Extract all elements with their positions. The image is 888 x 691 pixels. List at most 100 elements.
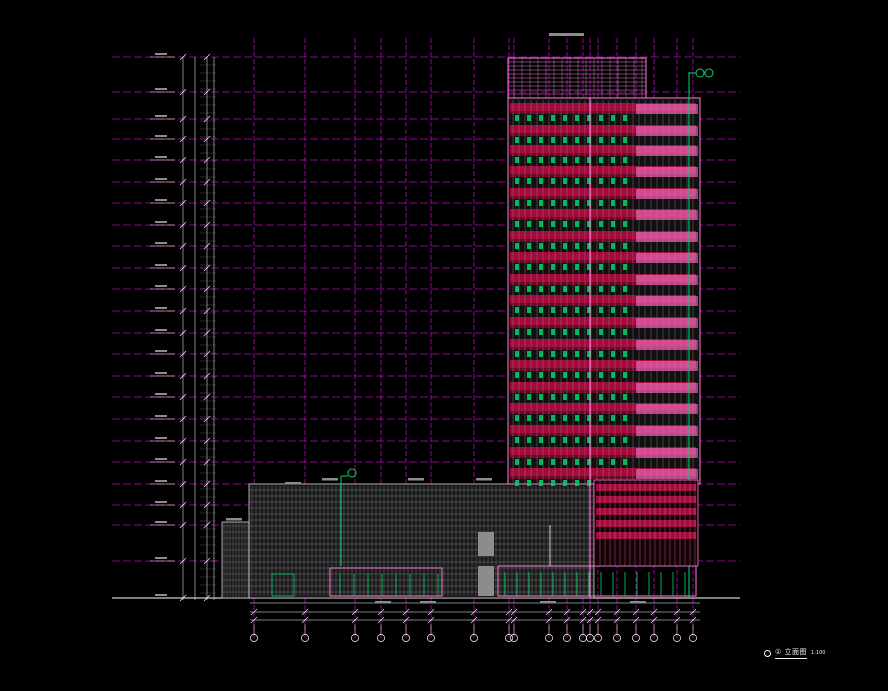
window-unit <box>611 394 615 400</box>
window-unit <box>527 415 531 421</box>
top-label-mark <box>572 33 584 36</box>
window-unit <box>575 286 579 292</box>
window-unit <box>551 459 555 465</box>
window-unit <box>611 115 615 121</box>
window-unit <box>563 157 567 163</box>
window-unit <box>611 372 615 378</box>
level-label-mark <box>155 501 167 503</box>
level-label-mark <box>155 372 167 374</box>
window-unit <box>551 221 555 227</box>
window-unit <box>575 178 579 184</box>
window-unit <box>527 394 531 400</box>
window-unit <box>623 372 627 378</box>
window-unit <box>599 200 603 206</box>
window-unit <box>515 351 519 357</box>
window-unit <box>515 264 519 270</box>
window-unit <box>539 286 543 292</box>
level-label-mark <box>155 350 167 352</box>
window-unit <box>515 157 519 163</box>
elevation-drawing <box>0 0 888 691</box>
level-label-mark <box>155 199 167 201</box>
window-unit <box>563 459 567 465</box>
window-unit <box>551 415 555 421</box>
window-unit <box>611 437 615 443</box>
window-unit <box>623 243 627 249</box>
window-unit <box>539 243 543 249</box>
window-unit <box>575 480 579 486</box>
window-unit <box>623 307 627 313</box>
base-spandrel <box>596 496 696 503</box>
window-unit <box>575 351 579 357</box>
level-label-mark <box>155 285 167 287</box>
window-unit <box>563 243 567 249</box>
window-unit <box>551 178 555 184</box>
window-unit <box>539 157 543 163</box>
window-unit <box>527 459 531 465</box>
window-unit <box>527 351 531 357</box>
window-unit <box>539 372 543 378</box>
window-unit <box>623 221 627 227</box>
window-unit <box>563 351 567 357</box>
window-unit <box>623 459 627 465</box>
window-unit <box>599 394 603 400</box>
note-label-mark <box>540 601 556 604</box>
drawing-scale: 1:100 <box>811 650 826 656</box>
level-label-mark <box>155 437 167 439</box>
window-unit <box>599 329 603 335</box>
window-unit <box>551 372 555 378</box>
level-label-mark <box>155 307 167 309</box>
window-unit <box>599 157 603 163</box>
window-unit <box>515 394 519 400</box>
window-unit <box>515 437 519 443</box>
window-unit <box>563 307 567 313</box>
window-unit <box>575 307 579 313</box>
window-unit <box>611 351 615 357</box>
base-spandrel <box>596 520 696 527</box>
note-label-mark <box>476 478 492 481</box>
window-unit <box>575 329 579 335</box>
podium-panel <box>478 532 494 556</box>
window-unit <box>623 157 627 163</box>
window-unit <box>527 157 531 163</box>
level-label-mark <box>155 135 167 137</box>
window-unit <box>575 115 579 121</box>
window-unit <box>575 221 579 227</box>
window-unit <box>515 243 519 249</box>
window-unit <box>611 329 615 335</box>
window-unit <box>599 307 603 313</box>
window-unit <box>599 415 603 421</box>
window-unit <box>599 137 603 143</box>
window-unit <box>563 437 567 443</box>
window-unit <box>515 415 519 421</box>
window-unit <box>515 200 519 206</box>
window-unit <box>563 137 567 143</box>
note-label-mark <box>630 601 646 604</box>
window-unit <box>515 459 519 465</box>
window-unit <box>563 115 567 121</box>
window-unit <box>527 480 531 486</box>
window-unit <box>539 221 543 227</box>
window-unit <box>623 286 627 292</box>
window-unit <box>539 307 543 313</box>
window-unit <box>575 137 579 143</box>
window-unit <box>539 480 543 486</box>
window-unit <box>575 415 579 421</box>
window-unit <box>623 115 627 121</box>
window-unit <box>599 221 603 227</box>
window-unit <box>539 329 543 335</box>
note-label-mark <box>285 482 301 485</box>
window-unit <box>539 200 543 206</box>
window-unit <box>527 307 531 313</box>
window-unit <box>575 200 579 206</box>
window-unit <box>527 137 531 143</box>
window-unit <box>551 115 555 121</box>
window-unit <box>551 243 555 249</box>
window-unit <box>575 459 579 465</box>
note-label-mark <box>375 601 391 604</box>
level-label-mark <box>155 178 167 180</box>
window-unit <box>575 437 579 443</box>
window-unit <box>623 437 627 443</box>
level-label-mark <box>155 458 167 460</box>
window-unit <box>539 264 543 270</box>
window-unit <box>599 243 603 249</box>
